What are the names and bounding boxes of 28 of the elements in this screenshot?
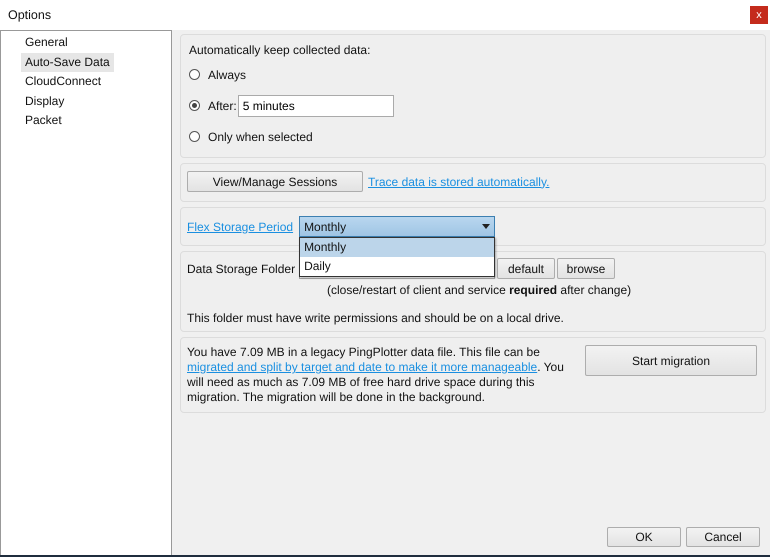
sidebar-item[interactable]: Display xyxy=(21,92,68,111)
dropdown-option[interactable]: Monthly xyxy=(300,238,494,257)
radio-label: Only when selected xyxy=(208,130,313,144)
start-migration-button[interactable]: Start migration xyxy=(585,345,757,376)
permissions-note: This folder must have write permissions and should be on a local drive. xyxy=(187,311,565,325)
close-button[interactable]: x xyxy=(750,6,768,24)
minutes-input[interactable]: 5 minutes xyxy=(238,94,394,116)
sidebar-item[interactable]: Packet xyxy=(21,111,66,130)
dropdown-option[interactable]: Daily xyxy=(300,257,494,276)
browse-button[interactable]: browse xyxy=(557,258,615,279)
migration-text: You have 7.09 MB in a legacy PingPlotter data file. This file can be migrated and split by target and date to make it more manageable. You will need as much as 7.09 MB of free hard drive space during this migration. The migration will be done in the background. xyxy=(187,345,565,405)
caret-icon xyxy=(482,224,490,229)
sidebar-item[interactable]: General xyxy=(21,33,72,52)
default-button[interactable]: default xyxy=(497,258,555,279)
dialog-button[interactable]: Cancel xyxy=(686,527,760,547)
restart-note: (close/restart of client and service required after change) xyxy=(327,283,632,297)
radio-button[interactable] xyxy=(189,131,200,142)
view-sessions-button[interactable]: View/Manage Sessions xyxy=(187,171,363,192)
folder-label: Data Storage Folder xyxy=(187,262,296,276)
sidebar-item[interactable]: CloudConnect xyxy=(21,72,106,92)
radio-label: After: xyxy=(208,98,237,112)
dialog-button[interactable]: OK xyxy=(607,527,681,547)
sidebar-item[interactable]: Auto-Save Data xyxy=(21,52,114,72)
radio-button[interactable] xyxy=(189,100,200,111)
section-heading: Automatically keep collected data: xyxy=(189,42,372,59)
window-title: Options xyxy=(8,8,52,22)
radio-label: Always xyxy=(208,68,246,82)
radio-button[interactable] xyxy=(189,69,200,80)
